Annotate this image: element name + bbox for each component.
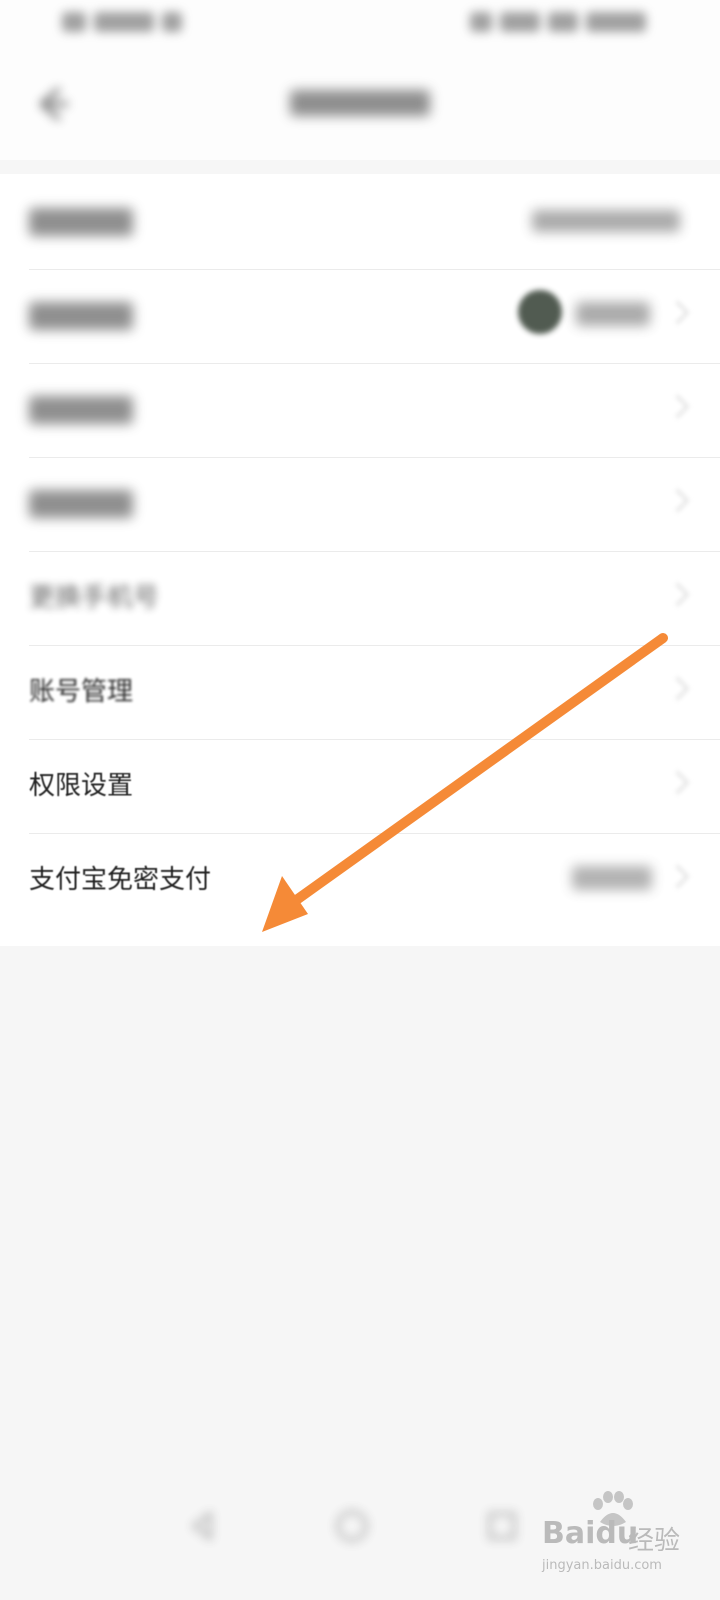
baidu-jingyan-watermark: Baidu 经验 jingyan.baidu.com bbox=[540, 1490, 710, 1590]
settings-row-wechat[interactable] bbox=[0, 268, 720, 364]
chevron-right-icon bbox=[665, 770, 690, 795]
chevron-right-icon bbox=[665, 864, 690, 889]
settings-row-account-management[interactable]: 账号管理 bbox=[0, 644, 720, 740]
battery-icon bbox=[548, 12, 578, 32]
chevron-right-icon bbox=[665, 488, 690, 513]
settings-row-permissions[interactable]: 权限设置 bbox=[0, 738, 720, 834]
settings-row-change-phone[interactable]: 更换手机号 bbox=[0, 550, 720, 646]
nav-recents-icon[interactable] bbox=[484, 1508, 520, 1544]
settings-row-label: 权限设置 bbox=[29, 771, 134, 801]
network-speed bbox=[500, 12, 540, 32]
chevron-right-icon bbox=[665, 676, 690, 701]
account-security-screen: 更换手机号 账号管理 权限设置 支付宝免密支付 Baidu 经验 jingyan… bbox=[0, 0, 720, 1600]
avatar bbox=[518, 290, 562, 334]
settings-row-label bbox=[29, 490, 133, 518]
phone-number-value bbox=[532, 210, 680, 232]
page-title bbox=[290, 84, 430, 120]
settings-list: 更换手机号 账号管理 权限设置 支付宝免密支付 bbox=[0, 174, 720, 946]
alipay-status-value bbox=[572, 866, 652, 890]
status-bar bbox=[0, 0, 720, 50]
header-bar bbox=[0, 60, 720, 146]
watermark-url: jingyan.baidu.com bbox=[542, 1558, 662, 1573]
nav-home-icon[interactable] bbox=[334, 1508, 370, 1544]
settings-row-phone[interactable] bbox=[0, 174, 720, 270]
wifi-icon bbox=[162, 12, 182, 32]
watermark-brand: Baidu bbox=[542, 1516, 639, 1551]
notification-icon bbox=[470, 12, 492, 32]
chevron-right-icon bbox=[665, 394, 690, 419]
status-bar-right bbox=[470, 12, 646, 32]
settings-row-label bbox=[29, 208, 133, 236]
watermark-sub: 经验 bbox=[628, 1526, 681, 1556]
settings-row-label bbox=[29, 302, 133, 330]
settings-row-label: 账号管理 bbox=[29, 677, 134, 707]
settings-row-alipay-password-free[interactable]: 支付宝免密支付 bbox=[0, 832, 720, 928]
nav-back-icon[interactable] bbox=[184, 1508, 220, 1544]
chevron-right-icon bbox=[665, 582, 690, 607]
top-area bbox=[0, 0, 720, 160]
settings-row-4[interactable] bbox=[0, 456, 720, 552]
clock bbox=[586, 12, 646, 32]
bound-account-name bbox=[576, 302, 650, 326]
carrier-text bbox=[94, 12, 154, 32]
status-bar-left bbox=[62, 12, 182, 32]
back-arrow-icon[interactable] bbox=[30, 82, 74, 126]
settings-row-label bbox=[29, 396, 133, 424]
signal-icon bbox=[62, 12, 86, 32]
settings-row-label: 更换手机号 bbox=[29, 583, 160, 613]
chevron-right-icon bbox=[665, 300, 690, 325]
settings-row-3[interactable] bbox=[0, 362, 720, 458]
settings-row-label: 支付宝免密支付 bbox=[29, 865, 212, 895]
